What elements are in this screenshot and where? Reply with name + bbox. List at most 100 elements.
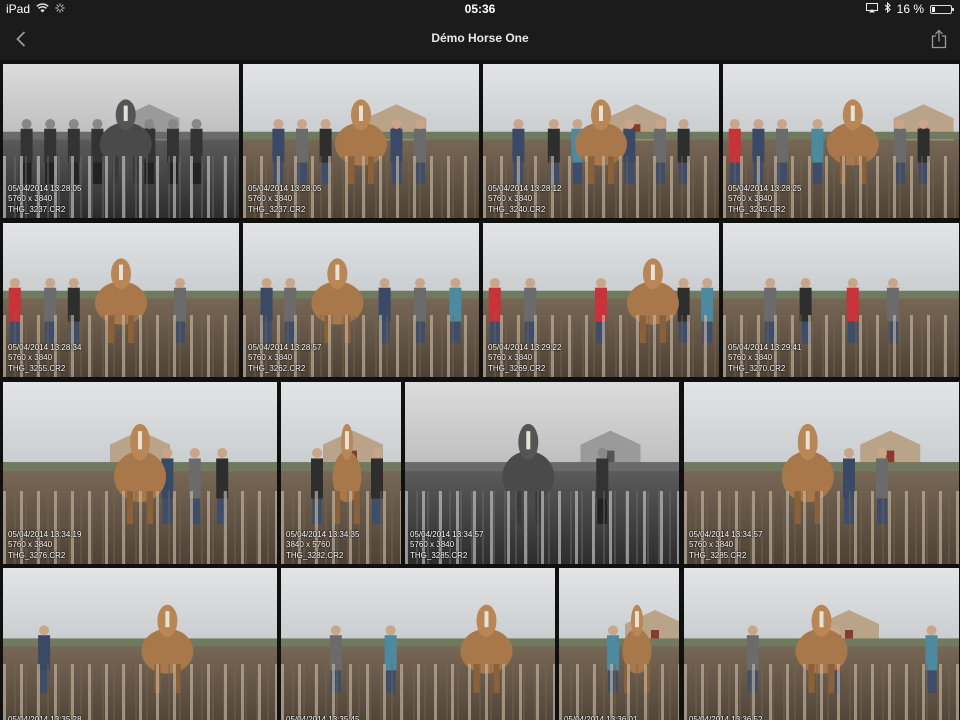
horse-blaze-shape xyxy=(484,611,489,628)
photo-thumbnail[interactable]: 05/04/2014 13:28:05 5760 x 3840 THG_3237.C… xyxy=(3,64,239,218)
horse-blaze-shape xyxy=(526,431,531,450)
photo-datetime: 05/04/2014 13:29:22 xyxy=(488,342,562,352)
status-bar: iPad 05:36 16 % xyxy=(0,0,960,18)
photo-dimensions: 5760 x 3840 xyxy=(728,194,773,203)
photo-thumbnail[interactable]: 05/04/2014 13:29:41 5760 x 3840 THG_3270.C… xyxy=(723,223,959,377)
status-right: 16 % xyxy=(865,0,954,18)
photo-filename: THG_3282.CR2 xyxy=(286,550,344,560)
photo-caption: 05/04/2014 13:28:57 5760 x 3840 THG_3262.C… xyxy=(248,343,321,375)
photo-caption: 05/04/2014 13:28:12 5760 x 3840 THG_3240.C… xyxy=(488,184,561,216)
horse-blaze-shape xyxy=(850,105,855,121)
horse-blaze-shape xyxy=(359,105,363,121)
person-head-shape xyxy=(415,119,425,130)
person-head-shape xyxy=(191,119,202,130)
horse-blaze-shape xyxy=(819,611,824,628)
photo-dimensions: 3840 x 5760 xyxy=(286,540,331,549)
photo-thumbnail[interactable]: 05/04/2014 13:28:34 5760 x 3840 THG_3255.C… xyxy=(3,223,239,377)
photo-datetime: 05/04/2014 13:28:57 xyxy=(248,342,322,352)
person-head-shape xyxy=(45,278,56,289)
person-head-shape xyxy=(217,447,228,458)
person-head-shape xyxy=(144,119,155,130)
person-head-shape xyxy=(624,119,635,130)
photo-dimensions: 5760 x 3840 xyxy=(728,353,773,362)
horse-blaze-shape xyxy=(123,105,128,121)
photo-thumbnail[interactable]: 05/04/2014 13:34:35 3840 x 5760 THG_3282.C… xyxy=(281,382,401,564)
photo-thumbnail[interactable]: 05/04/2014 13:34:57 5760 x 3840 THG_3285.C… xyxy=(684,382,959,564)
person-head-shape xyxy=(525,278,536,289)
person-head-shape xyxy=(39,625,50,636)
person-head-shape xyxy=(887,278,898,289)
person-head-shape xyxy=(918,119,929,130)
photo-thumbnail[interactable]: 05/04/2014 13:29:22 5760 x 3840 THG_3269.C… xyxy=(483,223,719,377)
photo-caption: 05/04/2014 13:36:52 xyxy=(689,715,762,720)
person-head-shape xyxy=(285,278,296,289)
photo-caption: 05/04/2014 13:28:25 5760 x 3840 THG_3245.C… xyxy=(728,184,801,216)
photo-filename: THG_3285.CR2 xyxy=(410,550,468,560)
horse-blaze-shape xyxy=(635,611,639,628)
vineyard-stakes xyxy=(684,664,959,720)
navigation-bar: Démo Horse One xyxy=(0,18,960,60)
share-button[interactable] xyxy=(926,26,952,52)
person-head-shape xyxy=(9,278,20,289)
photo-thumbnail[interactable]: 05/04/2014 13:36:01 xyxy=(559,568,679,720)
photo-thumbnail[interactable]: 05/04/2014 13:35:28 xyxy=(3,568,277,720)
photo-caption: 05/04/2014 13:28:05 5760 x 3840 THG_3237.C… xyxy=(248,184,321,216)
person-head-shape xyxy=(678,278,689,289)
photo-filename: THG_3285.CR2 xyxy=(689,550,747,560)
battery-percent: 16 % xyxy=(896,2,924,16)
photo-caption: 05/04/2014 13:29:41 5760 x 3840 THG_3270.C… xyxy=(728,343,801,375)
photo-filename: THG_3255.CR2 xyxy=(8,363,66,373)
person-head-shape xyxy=(597,447,608,458)
photo-datetime: 05/04/2014 13:28:25 xyxy=(728,183,802,193)
horse-blaze-shape xyxy=(650,264,655,280)
photo-filename: THG_3237.CR2 xyxy=(8,204,66,214)
person-head-shape xyxy=(391,119,402,130)
horse-blaze-shape xyxy=(119,264,123,280)
person-head-shape xyxy=(68,119,79,130)
photo-thumbnail[interactable]: 05/04/2014 13:28:05 5760 x 3840 THG_3237.C… xyxy=(243,64,479,218)
photo-thumbnail[interactable]: 05/04/2014 13:34:57 5760 x 3840 THG_3285.C… xyxy=(405,382,679,564)
photo-datetime: 05/04/2014 13:35:28 xyxy=(8,714,82,720)
person-head-shape xyxy=(678,119,689,130)
photo-thumbnail[interactable]: 05/04/2014 13:28:57 5760 x 3840 THG_3262.C… xyxy=(243,223,479,377)
photo-caption: 05/04/2014 13:35:45 xyxy=(286,715,359,720)
person-head-shape xyxy=(548,119,559,130)
person-head-shape xyxy=(189,447,200,458)
photo-caption: 05/04/2014 13:34:35 3840 x 5760 THG_3282.C… xyxy=(286,530,359,562)
person-head-shape xyxy=(877,447,887,458)
person-head-shape xyxy=(21,119,32,130)
photo-datetime: 05/04/2014 13:34:19 xyxy=(8,529,82,539)
photo-grid: 05/04/2014 13:28:05 5760 x 3840 THG_3237.C… xyxy=(0,60,960,720)
person-head-shape xyxy=(162,447,173,458)
page-title: Démo Horse One xyxy=(431,31,529,45)
horse-blaze-shape xyxy=(165,611,170,628)
photo-thumbnail[interactable]: 05/04/2014 13:28:12 5760 x 3840 THG_3240.C… xyxy=(483,64,719,218)
person-head-shape xyxy=(777,119,787,130)
photo-filename: THG_3240.CR2 xyxy=(488,204,546,214)
photo-datetime: 05/04/2014 13:36:52 xyxy=(689,714,763,720)
photo-caption: 05/04/2014 13:35:28 xyxy=(8,715,81,720)
person-head-shape xyxy=(175,278,185,289)
vineyard-stakes xyxy=(281,664,555,720)
photo-datetime: 05/04/2014 13:28:12 xyxy=(488,183,562,193)
photo-datetime: 05/04/2014 13:34:35 xyxy=(286,529,360,539)
photo-thumbnail[interactable]: 05/04/2014 13:35:45 xyxy=(281,568,555,720)
person-head-shape xyxy=(489,278,500,289)
person-head-shape xyxy=(379,278,390,289)
photo-thumbnail[interactable]: 05/04/2014 13:34:19 5760 x 3840 THG_3276.C… xyxy=(3,382,277,564)
treeline-shape xyxy=(723,290,959,299)
person-head-shape xyxy=(895,119,905,130)
photo-datetime: 05/04/2014 13:36:01 xyxy=(564,714,638,720)
photo-caption: 05/04/2014 13:34:19 5760 x 3840 THG_3276.C… xyxy=(8,530,81,562)
person-head-shape xyxy=(450,278,461,289)
photo-thumbnail[interactable]: 05/04/2014 13:36:52 xyxy=(684,568,959,720)
photo-caption: 05/04/2014 13:28:34 5760 x 3840 THG_3255.C… xyxy=(8,343,81,375)
photo-thumbnail[interactable]: 05/04/2014 13:28:25 5760 x 3840 THG_3245.C… xyxy=(723,64,959,218)
photo-datetime: 05/04/2014 13:29:41 xyxy=(728,342,802,352)
person-head-shape xyxy=(385,625,396,636)
photo-datetime: 05/04/2014 13:34:57 xyxy=(689,529,763,539)
photo-dimensions: 5760 x 3840 xyxy=(689,540,734,549)
person-head-shape xyxy=(312,447,322,458)
photo-dimensions: 5760 x 3840 xyxy=(410,540,455,549)
photo-dimensions: 5760 x 3840 xyxy=(8,194,53,203)
